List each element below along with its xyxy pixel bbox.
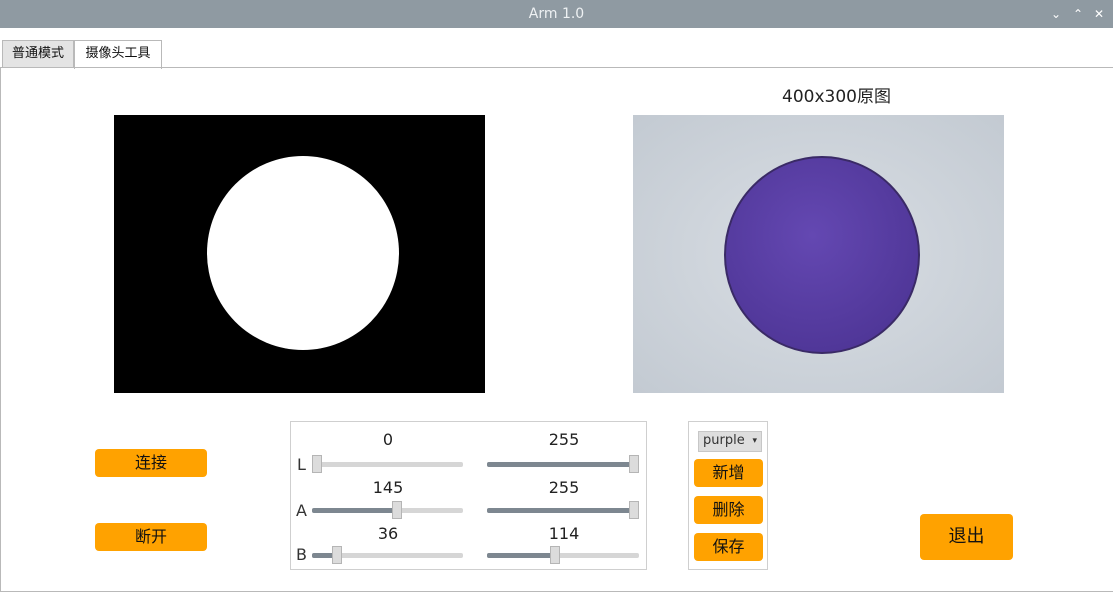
slider-fill (487, 553, 555, 558)
slider-fill (312, 508, 397, 513)
maximize-icon[interactable]: ⌃ (1069, 5, 1087, 23)
tab-camera-tool[interactable]: 摄像头工具 (74, 40, 162, 69)
tab-normal-mode[interactable]: 普通模式 (2, 40, 74, 68)
slider-handle[interactable] (629, 501, 639, 519)
exit-button[interactable]: 退出 (920, 514, 1013, 560)
l-max-value: 255 (548, 430, 580, 449)
b-max-value: 114 (548, 524, 580, 543)
slider-handle[interactable] (332, 546, 342, 564)
mask-image (114, 115, 485, 393)
original-image-caption: 400x300原图 (782, 87, 891, 107)
window-titlebar: Arm 1.0 ⌄ ⌃ ✕ (0, 0, 1113, 28)
a-max-slider[interactable] (487, 501, 639, 519)
b-min-value: 36 (377, 524, 399, 543)
save-button[interactable]: 保存 (694, 533, 763, 561)
a-min-value: 145 (372, 478, 404, 497)
l-min-value: 0 (382, 430, 394, 449)
b-label: B (296, 545, 307, 564)
slider-handle[interactable] (392, 501, 402, 519)
slider-fill (487, 462, 634, 467)
connect-button[interactable]: 连接 (95, 449, 207, 477)
slider-handle[interactable] (550, 546, 560, 564)
lab-threshold-group: 0 255 L 145 255 A 36 114 B (290, 421, 647, 570)
color-select[interactable]: purple ▾ (698, 431, 762, 452)
delete-button[interactable]: 删除 (694, 496, 763, 524)
slider-fill (487, 508, 634, 513)
tab-label: 普通模式 (11, 46, 64, 61)
b-max-slider[interactable] (487, 546, 639, 564)
a-max-value: 255 (548, 478, 580, 497)
l-label: L (297, 455, 306, 474)
a-label: A (296, 501, 307, 520)
a-min-slider[interactable] (312, 501, 463, 519)
add-button[interactable]: 新增 (694, 459, 763, 487)
window-title: Arm 1.0 (528, 6, 585, 22)
l-max-slider[interactable] (487, 455, 639, 473)
disconnect-button[interactable]: 断开 (95, 523, 207, 551)
b-min-slider[interactable] (312, 546, 463, 564)
slider-handle[interactable] (312, 455, 322, 473)
original-image (633, 115, 1004, 393)
color-select-value: purple (703, 433, 745, 448)
color-config-group: purple ▾ 新增 删除 保存 (688, 421, 768, 570)
l-min-slider[interactable] (312, 455, 463, 473)
close-icon[interactable]: ✕ (1090, 5, 1108, 23)
tab-label: 摄像头工具 (85, 46, 151, 61)
minimize-icon[interactable]: ⌄ (1047, 5, 1065, 23)
chevron-down-icon: ▾ (752, 436, 757, 446)
slider-handle[interactable] (629, 455, 639, 473)
